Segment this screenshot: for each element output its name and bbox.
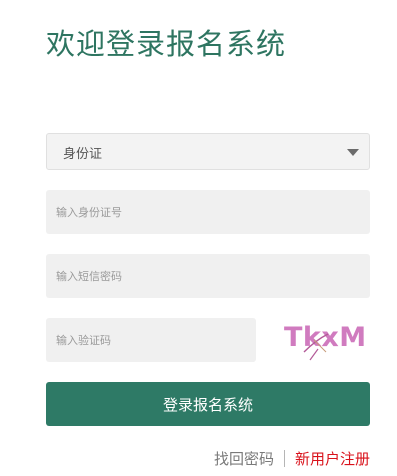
captcha-image[interactable]: TkxM <box>282 316 364 362</box>
captcha-input[interactable] <box>46 318 256 362</box>
page-title: 欢迎登录报名系统 <box>46 27 287 61</box>
forgot-password-link[interactable]: 找回密码 <box>214 448 274 469</box>
link-divider <box>283 450 285 467</box>
id-type-selected-value: 身份证 <box>63 147 103 162</box>
captcha-text: TkxM <box>284 322 364 353</box>
sms-code-input[interactable] <box>46 254 370 298</box>
login-button[interactable]: 登录报名系统 <box>46 382 370 426</box>
id-type-select[interactable]: 身份证 <box>46 133 370 170</box>
id-number-input[interactable] <box>46 190 370 234</box>
account-links: 找回密码 新用户注册 <box>214 448 370 469</box>
caret-down-icon[interactable] <box>347 149 359 156</box>
register-link[interactable]: 新用户注册 <box>295 448 370 469</box>
